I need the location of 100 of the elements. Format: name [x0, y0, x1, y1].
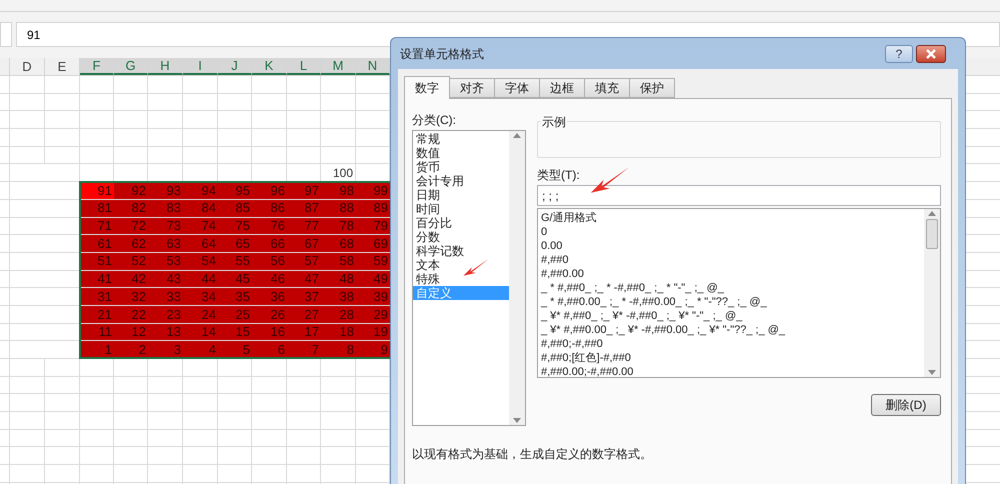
table-cell[interactable]: 95 [218, 182, 252, 199]
scrollbar[interactable] [509, 131, 525, 425]
list-item[interactable]: #,##0.00;-#,##0.00 [541, 365, 634, 377]
table-cell[interactable]: 51 [80, 252, 114, 270]
list-item[interactable]: 百分比 [413, 216, 509, 230]
table-cell[interactable]: 56 [252, 252, 287, 270]
table-cell[interactable]: 36 [252, 288, 287, 305]
table-cell[interactable]: 78 [321, 218, 356, 234]
column-header[interactable]: N [356, 58, 390, 75]
table-cell[interactable]: 24 [183, 306, 218, 323]
table-cell[interactable]: 88 [321, 200, 356, 216]
column-header[interactable]: G [114, 58, 148, 75]
table-cell[interactable]: 22 [114, 306, 148, 323]
table-cell[interactable]: 71 [80, 218, 114, 234]
table-cell[interactable]: 62 [114, 235, 148, 252]
table-cell[interactable]: 29 [356, 306, 390, 323]
table-cell[interactable]: 42 [114, 270, 148, 288]
table-cell[interactable]: 4 [183, 341, 218, 358]
table-cell[interactable]: 63 [148, 235, 183, 252]
table-cell[interactable]: 55 [218, 252, 252, 270]
table-cell[interactable]: 58 [321, 252, 356, 270]
list-item[interactable]: 自定义 [413, 286, 509, 300]
scrollbar[interactable] [924, 209, 940, 377]
column-header[interactable]: H [148, 58, 183, 75]
table-cell[interactable]: 7 [287, 341, 321, 358]
list-item[interactable]: _ * #,##0.00_ ;_ * -#,##0.00_ ;_ * "-"??_ ;_ @_ [541, 295, 767, 309]
list-item[interactable]: 文本 [413, 258, 509, 272]
tab[interactable]: 边框 [539, 78, 585, 98]
table-cell[interactable]: 46 [252, 270, 287, 288]
table-cell[interactable]: 43 [148, 270, 183, 288]
tab[interactable]: 对齐 [449, 78, 495, 98]
table-cell[interactable]: 94 [183, 182, 218, 199]
table-cell[interactable]: 14 [183, 324, 218, 340]
list-item[interactable]: 常规 [413, 132, 509, 146]
list-item[interactable]: #,##0.00 [541, 267, 584, 281]
table-cell[interactable]: 8 [321, 341, 356, 358]
table-cell[interactable]: 91 [80, 182, 114, 199]
list-item[interactable]: 科学记数 [413, 244, 509, 258]
column-header[interactable]: D [10, 58, 45, 75]
list-item[interactable]: 数值 [413, 146, 509, 160]
table-cell[interactable]: 12 [114, 324, 148, 340]
column-header[interactable]: I [183, 58, 218, 75]
table-cell[interactable]: 98 [321, 182, 356, 199]
table-cell[interactable]: 48 [321, 270, 356, 288]
table-cell[interactable]: 35 [218, 288, 252, 305]
category-list[interactable]: 常规 数值 货币 会计专用 日期 时间 百分比 分数 科学记数 文本 特殊 自定义 [412, 130, 526, 426]
table-cell[interactable]: 59 [356, 252, 390, 270]
column-header[interactable]: K [252, 58, 287, 75]
table-cell[interactable]: 47 [287, 270, 321, 288]
help-button[interactable]: ? [885, 44, 913, 62]
table-cell[interactable]: 17 [287, 324, 321, 340]
table-cell[interactable]: 83 [148, 200, 183, 216]
table-cell[interactable]: 33 [148, 288, 183, 305]
list-item[interactable]: _ ¥* #,##0_ ;_ ¥* -#,##0_ ;_ ¥* "-"_ ;_ @_ [541, 309, 742, 323]
table-cell[interactable]: 41 [80, 270, 114, 288]
column-header[interactable]: M [321, 58, 356, 75]
table-cell[interactable]: 28 [321, 306, 356, 323]
table-cell[interactable]: 82 [114, 200, 148, 216]
table-cell[interactable]: 81 [80, 200, 114, 216]
list-item[interactable]: #,##0 [541, 253, 569, 267]
table-cell[interactable]: 73 [148, 218, 183, 234]
column-header[interactable]: J [218, 58, 252, 75]
table-cell[interactable]: 67 [287, 235, 321, 252]
column-header[interactable]: F [80, 58, 114, 75]
list-item[interactable]: #,##0;-#,##0 [541, 337, 603, 351]
table-cell[interactable]: 96 [252, 182, 287, 199]
table-cell[interactable]: 99 [356, 182, 390, 199]
list-item[interactable]: 货币 [413, 160, 509, 174]
tab[interactable]: 字体 [494, 78, 540, 98]
tab[interactable]: 保护 [629, 78, 675, 98]
list-item[interactable]: _ * #,##0_ ;_ * -#,##0_ ;_ * "-"_ ;_ @_ [541, 281, 724, 295]
table-cell[interactable]: 61 [80, 235, 114, 252]
table-cell[interactable]: 38 [321, 288, 356, 305]
table-cell[interactable]: 57 [287, 252, 321, 270]
table-cell[interactable]: 2 [114, 341, 148, 358]
table-cell[interactable]: 79 [356, 218, 390, 234]
list-item[interactable]: G/通用格式 [541, 211, 597, 225]
tab[interactable]: 数字 [404, 76, 450, 99]
table-cell[interactable]: 19 [356, 324, 390, 340]
table-cell[interactable]: 11 [80, 324, 114, 340]
list-item[interactable]: 0.00 [541, 239, 562, 253]
table-cell[interactable]: 65 [218, 235, 252, 252]
table-cell[interactable]: 25 [218, 306, 252, 323]
table-cell[interactable]: 69 [356, 235, 390, 252]
table-cell[interactable]: 1 [80, 341, 114, 358]
table-cell[interactable]: 54 [183, 252, 218, 270]
type-field[interactable]: ; ; ; [537, 185, 941, 206]
table-cell[interactable]: 34 [183, 288, 218, 305]
table-cell[interactable]: 93 [148, 182, 183, 199]
scroll-thumb[interactable] [926, 219, 938, 249]
table-cell[interactable]: 77 [287, 218, 321, 234]
table-cell[interactable]: 45 [218, 270, 252, 288]
delete-button[interactable]: 删除(D) [871, 394, 941, 416]
table-cell[interactable]: 5 [218, 341, 252, 358]
table-cell[interactable]: 53 [148, 252, 183, 270]
table-cell[interactable]: 9 [356, 341, 390, 358]
tab[interactable]: 填充 [584, 78, 630, 98]
table-cell[interactable]: 86 [252, 200, 287, 216]
table-cell[interactable]: 84 [183, 200, 218, 216]
close-button[interactable] [916, 44, 946, 62]
